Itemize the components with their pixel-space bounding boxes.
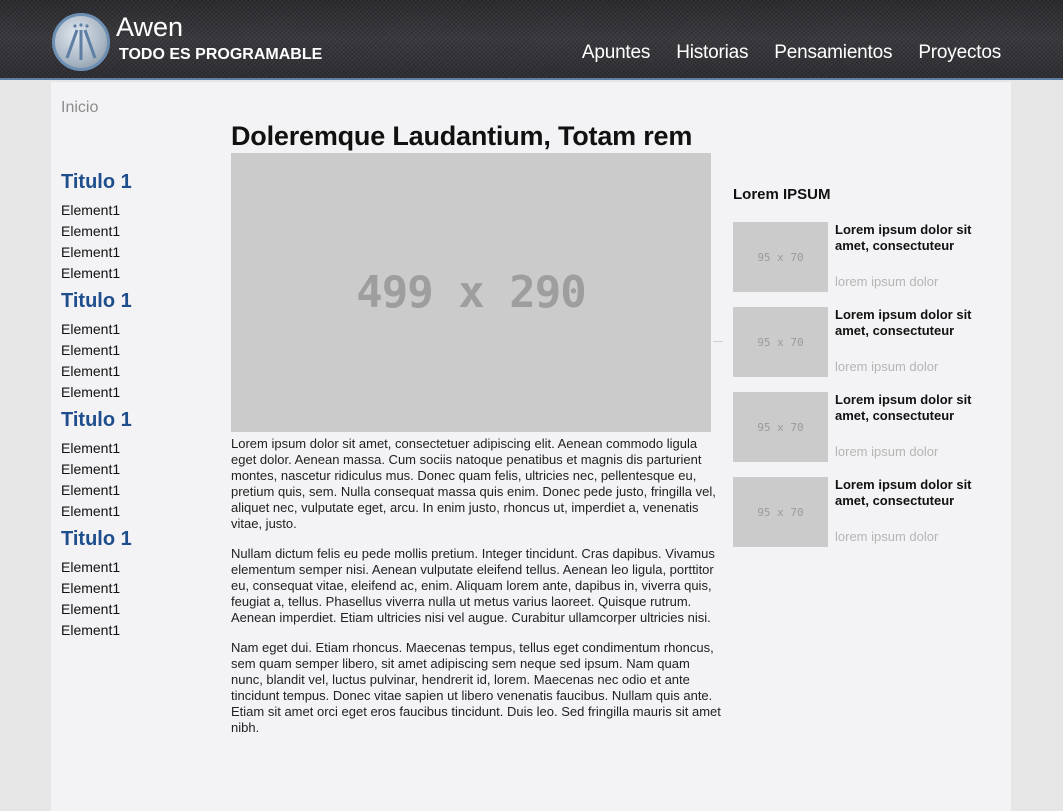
nav-group-item[interactable]: Element1 bbox=[61, 557, 211, 578]
nav-group-title[interactable]: Titulo 1 bbox=[61, 408, 211, 432]
nav-group-item[interactable]: Element1 bbox=[61, 221, 211, 242]
card-thumbnail[interactable]: 95 x 70 bbox=[733, 392, 828, 462]
nav-group-title[interactable]: Titulo 1 bbox=[61, 170, 211, 194]
card-body: Lorem ipsum dolor sit amet, consectuteur… bbox=[835, 307, 995, 377]
card-thumbnail[interactable]: 95 x 70 bbox=[733, 307, 828, 377]
nav-group-title[interactable]: Titulo 1 bbox=[61, 289, 211, 313]
sidebar-title: Lorem IPSUM bbox=[733, 186, 831, 203]
card-title[interactable]: Lorem ipsum dolor sit amet, consectuteur bbox=[835, 307, 995, 339]
nav-group: Titulo 1 Element1 Element1 Element1 Elem… bbox=[61, 408, 211, 522]
site-header: Awen TODO ES PROGRAMABLE Apuntes Histori… bbox=[0, 0, 1063, 80]
nav-group-item[interactable]: Element1 bbox=[61, 200, 211, 221]
card-subtitle: lorem ipsum dolor bbox=[835, 444, 939, 459]
hero-image-placeholder: 499 x 290 bbox=[231, 153, 711, 432]
site-title[interactable]: Awen bbox=[116, 12, 183, 43]
nav-group-item[interactable]: Element1 bbox=[61, 599, 211, 620]
page-container: Inicio Titulo 1 Element1 Element1 Elemen… bbox=[51, 82, 1011, 811]
card-title[interactable]: Lorem ipsum dolor sit amet, consectuteur bbox=[835, 222, 995, 254]
sidebar: Lorem IPSUM 95 x 70 Lorem ipsum dolor si… bbox=[733, 186, 1003, 562]
breadcrumb[interactable]: Inicio bbox=[61, 99, 98, 117]
article-paragraph: Nullam dictum felis eu pede mollis preti… bbox=[231, 546, 715, 625]
divider bbox=[713, 341, 723, 342]
nav-group: Titulo 1 Element1 Element1 Element1 Elem… bbox=[61, 289, 211, 403]
site-tagline: TODO ES PROGRAMABLE bbox=[119, 46, 323, 63]
nav-group-title[interactable]: Titulo 1 bbox=[61, 527, 211, 551]
card-subtitle: lorem ipsum dolor bbox=[835, 529, 939, 544]
card-body: Lorem ipsum dolor sit amet, consectuteur… bbox=[835, 392, 995, 462]
card-title[interactable]: Lorem ipsum dolor sit amet, consectuteur bbox=[835, 477, 995, 509]
nav-group: Titulo 1 Element1 Element1 Element1 Elem… bbox=[61, 170, 211, 284]
nav-group-item[interactable]: Element1 bbox=[61, 263, 211, 284]
main-nav: Apuntes Historias Pensamientos Proyectos bbox=[556, 42, 1001, 64]
card-thumbnail[interactable]: 95 x 70 bbox=[733, 222, 828, 292]
nav-pensamientos[interactable]: Pensamientos bbox=[774, 42, 892, 64]
nav-group-item[interactable]: Element1 bbox=[61, 319, 211, 340]
nav-apuntes[interactable]: Apuntes bbox=[582, 42, 651, 64]
nav-group-item[interactable]: Element1 bbox=[61, 438, 211, 459]
nav-historias[interactable]: Historias bbox=[676, 42, 748, 64]
article-title: Doleremque Laudantium, Totam rem bbox=[231, 121, 693, 151]
nav-group-item[interactable]: Element1 bbox=[61, 501, 211, 522]
card-title[interactable]: Lorem ipsum dolor sit amet, consectuteur bbox=[835, 392, 995, 424]
nav-group-item[interactable]: Element1 bbox=[61, 578, 211, 599]
main-content: Doleremque Laudantium, Totam rem 499 x 2… bbox=[231, 119, 723, 750]
awen-logo-icon[interactable] bbox=[52, 13, 110, 71]
nav-group: Titulo 1 Element1 Element1 Element1 Elem… bbox=[61, 527, 211, 641]
nav-group-item[interactable]: Element1 bbox=[61, 361, 211, 382]
card-thumbnail[interactable]: 95 x 70 bbox=[733, 477, 828, 547]
nav-group-item[interactable]: Element1 bbox=[61, 620, 211, 641]
sidebar-card[interactable]: 95 x 70 Lorem ipsum dolor sit amet, cons… bbox=[733, 392, 1003, 462]
sidebar-card[interactable]: 95 x 70 Lorem ipsum dolor sit amet, cons… bbox=[733, 307, 1003, 377]
card-subtitle: lorem ipsum dolor bbox=[835, 274, 939, 289]
card-body: Lorem ipsum dolor sit amet, consectuteur… bbox=[835, 477, 995, 547]
sidebar-card[interactable]: 95 x 70 Lorem ipsum dolor sit amet, cons… bbox=[733, 477, 1003, 547]
nav-proyectos[interactable]: Proyectos bbox=[918, 42, 1001, 64]
sidebar-card[interactable]: 95 x 70 Lorem ipsum dolor sit amet, cons… bbox=[733, 222, 1003, 292]
article-paragraph: Lorem ipsum dolor sit amet, consectetuer… bbox=[231, 436, 716, 531]
card-subtitle: lorem ipsum dolor bbox=[835, 359, 939, 374]
card-body: Lorem ipsum dolor sit amet, consectuteur… bbox=[835, 222, 995, 292]
nav-group-item[interactable]: Element1 bbox=[61, 480, 211, 501]
nav-group-item[interactable]: Element1 bbox=[61, 340, 211, 361]
nav-group-item[interactable]: Element1 bbox=[61, 242, 211, 263]
nav-group-item[interactable]: Element1 bbox=[61, 459, 211, 480]
nav-group-item[interactable]: Element1 bbox=[61, 382, 211, 403]
article-paragraph: Nam eget dui. Etiam rhoncus. Maecenas te… bbox=[231, 640, 721, 735]
left-navigation: Titulo 1 Element1 Element1 Element1 Elem… bbox=[61, 170, 211, 646]
